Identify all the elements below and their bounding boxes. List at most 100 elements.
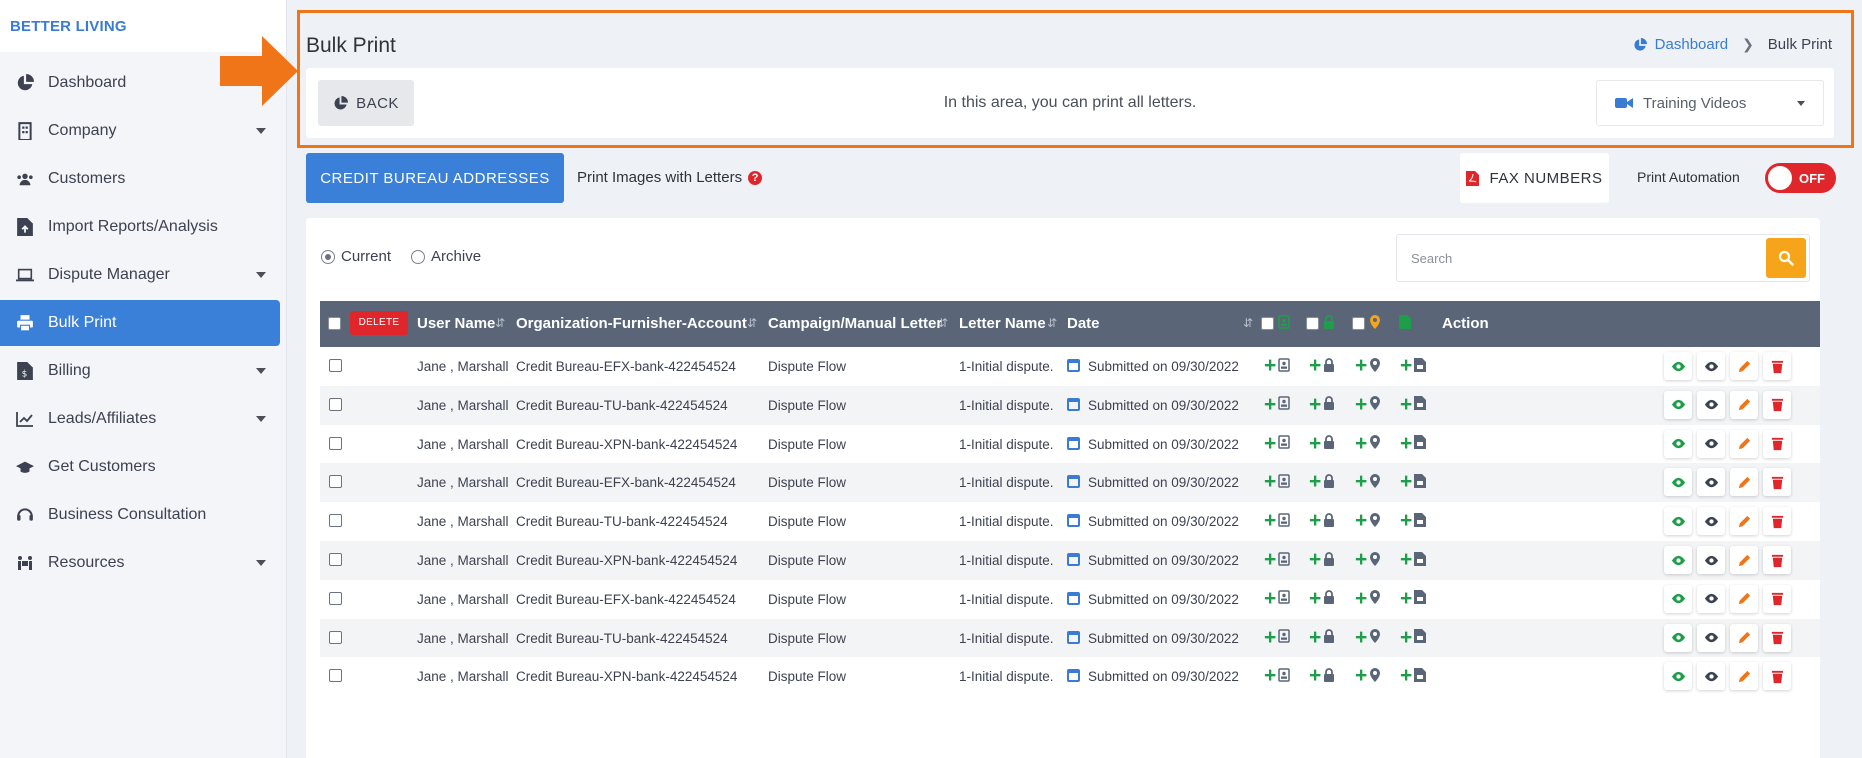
caret-down-icon[interactable] bbox=[256, 272, 266, 278]
add-file-image-button[interactable]: + bbox=[1400, 665, 1427, 686]
add-map-marker-button[interactable]: + bbox=[1355, 355, 1381, 376]
add-lock-button[interactable]: + bbox=[1309, 627, 1335, 648]
add-id-card-button[interactable]: + bbox=[1264, 394, 1291, 415]
row-checkbox[interactable] bbox=[329, 475, 342, 489]
view-green-button[interactable] bbox=[1664, 352, 1692, 380]
add-map-marker-button[interactable]: + bbox=[1355, 549, 1381, 570]
add-file-image-button[interactable]: + bbox=[1400, 588, 1427, 609]
trash-button[interactable] bbox=[1763, 546, 1791, 574]
add-id-card-button[interactable]: + bbox=[1264, 627, 1291, 648]
edit-pencil-button[interactable] bbox=[1730, 390, 1758, 419]
caret-down-icon[interactable] bbox=[256, 368, 266, 374]
add-map-marker-button[interactable]: + bbox=[1355, 588, 1381, 609]
row-checkbox[interactable] bbox=[329, 514, 342, 528]
view-green-button[interactable] bbox=[1664, 584, 1692, 613]
fax-numbers-button[interactable]: FAX NUMBERS bbox=[1460, 153, 1609, 203]
add-lock-button[interactable]: + bbox=[1309, 394, 1335, 415]
select-column-checkbox[interactable] bbox=[1306, 317, 1319, 330]
column-user-name[interactable]: User Name bbox=[417, 315, 495, 332]
view-button[interactable] bbox=[1697, 390, 1725, 419]
training-videos-dropdown[interactable]: Training Videos bbox=[1596, 80, 1824, 126]
trash-button[interactable] bbox=[1763, 584, 1791, 613]
trash-button[interactable] bbox=[1763, 468, 1791, 497]
add-file-image-button[interactable]: + bbox=[1400, 471, 1427, 492]
help-icon[interactable]: ? bbox=[748, 170, 763, 185]
sidebar-item-bulk-print[interactable]: Bulk Print bbox=[0, 300, 280, 346]
edit-pencil-button[interactable] bbox=[1730, 546, 1758, 574]
trash-button[interactable] bbox=[1763, 623, 1791, 652]
view-green-button[interactable] bbox=[1664, 468, 1692, 497]
add-file-image-button[interactable]: + bbox=[1400, 627, 1427, 648]
row-checkbox[interactable] bbox=[329, 669, 342, 683]
credit-bureau-addresses-button[interactable]: CREDIT BUREAU ADDRESSES bbox=[306, 153, 564, 203]
edit-pencil-button[interactable] bbox=[1730, 507, 1758, 536]
view-button[interactable] bbox=[1697, 546, 1725, 574]
add-id-card-button[interactable]: + bbox=[1264, 549, 1291, 570]
add-lock-button[interactable]: + bbox=[1309, 355, 1335, 376]
column-letter-name[interactable]: Letter Name bbox=[959, 315, 1046, 332]
add-id-card-button[interactable]: + bbox=[1264, 510, 1291, 531]
sort-icon[interactable]: ⇵ bbox=[1243, 316, 1253, 330]
caret-down-icon[interactable] bbox=[256, 128, 266, 134]
radio-current[interactable]: Current bbox=[321, 248, 391, 265]
add-map-marker-button[interactable]: + bbox=[1355, 433, 1381, 454]
sidebar-item-company[interactable]: Company bbox=[0, 108, 280, 154]
add-map-marker-button[interactable]: + bbox=[1355, 510, 1381, 531]
breadcrumb-dashboard-link[interactable]: Dashboard bbox=[1633, 36, 1728, 53]
view-green-button[interactable] bbox=[1664, 546, 1692, 574]
select-column-checkbox[interactable] bbox=[1352, 317, 1365, 330]
add-lock-button[interactable]: + bbox=[1309, 588, 1335, 609]
select-all-checkbox[interactable] bbox=[328, 317, 341, 330]
add-lock-button[interactable]: + bbox=[1309, 665, 1335, 686]
edit-pencil-button[interactable] bbox=[1730, 662, 1758, 691]
column-campaign[interactable]: Campaign/Manual Letter bbox=[768, 315, 942, 332]
row-checkbox[interactable] bbox=[329, 436, 342, 450]
row-checkbox[interactable] bbox=[329, 553, 342, 566]
add-map-marker-button[interactable]: + bbox=[1355, 394, 1381, 415]
print-automation-toggle[interactable]: OFF bbox=[1765, 163, 1836, 193]
row-checkbox[interactable] bbox=[329, 591, 342, 605]
view-green-button[interactable] bbox=[1664, 429, 1692, 458]
view-green-button[interactable] bbox=[1664, 507, 1692, 536]
trash-button[interactable] bbox=[1763, 429, 1791, 458]
trash-button[interactable] bbox=[1763, 507, 1791, 536]
edit-pencil-button[interactable] bbox=[1730, 352, 1758, 380]
search-button[interactable] bbox=[1766, 238, 1806, 278]
sort-icon[interactable]: ⇵ bbox=[1047, 316, 1057, 330]
trash-button[interactable] bbox=[1763, 390, 1791, 419]
view-button[interactable] bbox=[1697, 584, 1725, 613]
caret-down-icon[interactable] bbox=[256, 416, 266, 422]
add-lock-button[interactable]: + bbox=[1309, 471, 1335, 492]
add-map-marker-button[interactable]: + bbox=[1355, 471, 1381, 492]
caret-down-icon[interactable] bbox=[256, 560, 266, 566]
edit-pencil-button[interactable] bbox=[1730, 468, 1758, 497]
add-file-image-button[interactable]: + bbox=[1400, 433, 1427, 454]
view-button[interactable] bbox=[1697, 507, 1725, 536]
delete-button[interactable]: DELETE bbox=[350, 311, 408, 335]
edit-pencil-button[interactable] bbox=[1730, 623, 1758, 652]
view-green-button[interactable] bbox=[1664, 623, 1692, 652]
search-input[interactable] bbox=[1397, 235, 1767, 281]
sidebar-item-get-customers[interactable]: Get Customers bbox=[0, 444, 280, 490]
add-file-image-button[interactable]: + bbox=[1400, 549, 1427, 570]
view-button[interactable] bbox=[1697, 429, 1725, 458]
add-lock-button[interactable]: + bbox=[1309, 549, 1335, 570]
sidebar-item-billing[interactable]: $ Billing bbox=[0, 348, 280, 394]
column-date[interactable]: Date bbox=[1067, 315, 1100, 332]
sidebar-item-dispute-manager[interactable]: Dispute Manager bbox=[0, 252, 280, 298]
column-organization[interactable]: Organization-Furnisher-Account bbox=[516, 315, 747, 332]
sidebar-item-import-reports-analysis[interactable]: Import Reports/Analysis bbox=[0, 204, 280, 250]
add-file-image-button[interactable]: + bbox=[1400, 510, 1427, 531]
edit-pencil-button[interactable] bbox=[1730, 429, 1758, 458]
view-green-button[interactable] bbox=[1664, 662, 1692, 691]
add-lock-button[interactable]: + bbox=[1309, 433, 1335, 454]
add-id-card-button[interactable]: + bbox=[1264, 471, 1291, 492]
add-id-card-button[interactable]: + bbox=[1264, 588, 1291, 609]
view-button[interactable] bbox=[1697, 623, 1725, 652]
add-id-card-button[interactable]: + bbox=[1264, 433, 1291, 454]
add-file-image-button[interactable]: + bbox=[1400, 394, 1427, 415]
add-id-card-button[interactable]: + bbox=[1264, 665, 1291, 686]
add-map-marker-button[interactable]: + bbox=[1355, 627, 1381, 648]
trash-button[interactable] bbox=[1763, 352, 1791, 380]
select-column-checkbox[interactable] bbox=[1261, 317, 1274, 330]
